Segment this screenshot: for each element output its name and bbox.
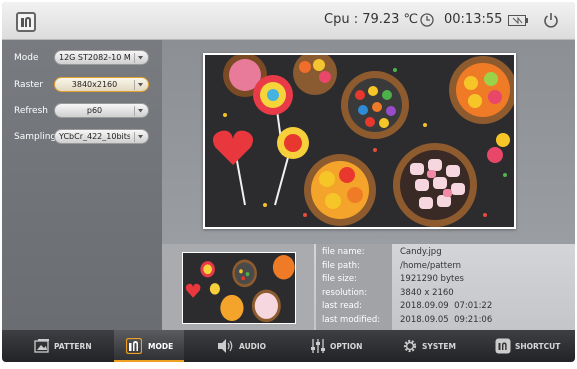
nav-label-audio: AUDIO — [239, 342, 267, 351]
value-last-read: 2018.09.09 07:01:22 — [400, 301, 493, 312]
label-resolution: resolution: — [322, 287, 368, 298]
shortcut-icon — [495, 338, 511, 354]
pattern-thumbnail[interactable] — [183, 253, 295, 323]
battery-icon — [508, 15, 528, 26]
raster-dropdown[interactable]: 3840x2160 — [54, 77, 149, 92]
nav-tab-shortcut[interactable]: SHORTCUT — [495, 330, 570, 362]
nav-tab-mode[interactable]: MODE — [114, 330, 184, 362]
preview-frame — [203, 53, 516, 229]
power-icon[interactable] — [543, 12, 559, 28]
thumbnail-panel — [162, 244, 314, 330]
nav-label-shortcut: SHORTCUT — [515, 342, 561, 351]
elapsed-timer: 00:13:55 — [444, 12, 503, 27]
label-file-path: file path: — [322, 260, 360, 271]
nav-tab-option[interactable]: OPTION — [310, 330, 380, 362]
pattern-preview-image[interactable] — [205, 55, 514, 227]
label-last-modified: last modified: — [322, 314, 381, 325]
nav-label-option: OPTION — [330, 342, 363, 351]
clock-icon — [420, 13, 434, 27]
label-last-read: last read: — [322, 301, 363, 312]
image-icon — [34, 339, 49, 353]
value-file-name: Candy.jpg — [400, 247, 442, 257]
chevron-down-icon — [134, 106, 145, 116]
setting-label-mode: Mode — [14, 53, 39, 63]
raster-value: 3840x2160 — [71, 80, 118, 89]
file-info-labels: file name: file path: file size: resolut… — [322, 246, 392, 328]
label-file-size: file size: — [322, 274, 357, 285]
mode-icon — [126, 338, 142, 354]
file-info-area: file name: file path: file size: resolut… — [162, 244, 575, 330]
sampling-dropdown[interactable]: YCbCr_422_10bits — [54, 129, 149, 144]
label-file-name: file name: — [322, 247, 365, 257]
nav-label-system: SYSTEM — [422, 342, 456, 351]
nav-label-mode: MODE — [148, 342, 174, 351]
home-icon — [21, 17, 31, 27]
chevron-down-icon — [134, 132, 145, 142]
app-window: Cpu : 79.23 ℃ 00:13:55 Mode 12G ST2082-1… — [2, 2, 575, 362]
chevron-down-icon — [134, 80, 145, 90]
preview-area — [162, 40, 575, 244]
mode-value: 12G ST2082-10 Mode1 — [59, 53, 130, 62]
value-resolution: 3840 x 2160 — [400, 287, 454, 298]
setting-label-refresh: Refresh — [14, 106, 48, 116]
value-last-modified: 2018.09.05 09:21:06 — [400, 314, 493, 325]
setting-label-raster: Raster — [14, 80, 44, 90]
nav-tab-pattern[interactable]: PATTERN — [32, 330, 102, 362]
value-file-size: 1921290 bytes — [400, 274, 464, 285]
refresh-dropdown[interactable]: p60 — [54, 103, 149, 118]
sampling-value: YCbCr_422_10bits — [59, 132, 130, 141]
bottom-nav-bar: PATTERN MODE AUDIO OPTION SYSTEM SHORTCU… — [2, 330, 575, 362]
top-bar: Cpu : 79.23 ℃ 00:13:55 — [2, 2, 575, 40]
sliders-icon — [311, 339, 325, 353]
file-info-values: Candy.jpg /home/pattern 1921290 bytes 38… — [400, 246, 570, 328]
nav-tab-system[interactable]: SYSTEM — [402, 330, 472, 362]
setting-label-sampling: Sampling — [14, 132, 57, 142]
refresh-value: p60 — [86, 106, 103, 115]
settings-panel: Mode 12G ST2082-10 Mode1 Raster 3840x216… — [2, 40, 162, 330]
speaker-icon — [218, 339, 233, 353]
nav-label-pattern: PATTERN — [54, 342, 92, 351]
cpu-temperature: Cpu : 79.23 ℃ — [324, 12, 419, 27]
mode-dropdown[interactable]: 12G ST2082-10 Mode1 — [54, 50, 149, 65]
thumbnail-frame — [182, 252, 296, 324]
home-button[interactable] — [16, 12, 36, 32]
gear-icon — [403, 339, 417, 353]
nav-tab-audio[interactable]: AUDIO — [217, 330, 287, 362]
chevron-down-icon — [134, 53, 145, 63]
value-file-path: /home/pattern — [400, 260, 462, 271]
